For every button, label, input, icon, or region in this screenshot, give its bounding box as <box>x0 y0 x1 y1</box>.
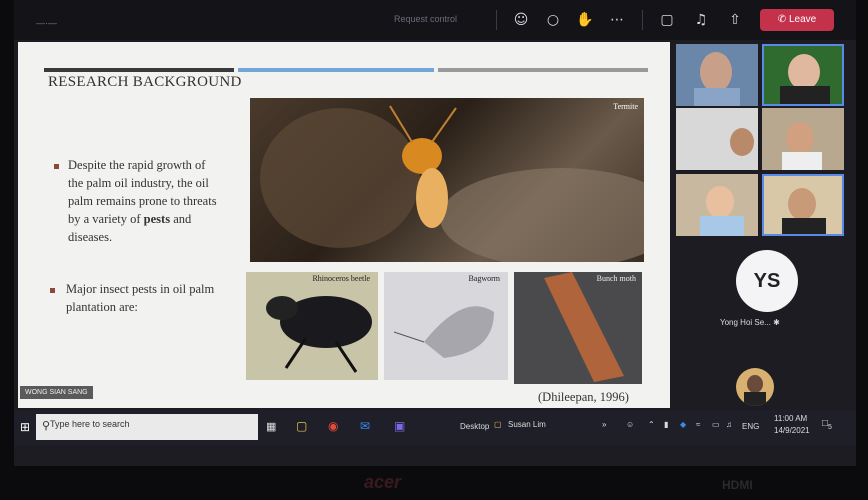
participant-video <box>694 52 740 106</box>
clock-date[interactable]: 14/9/2021 <box>774 426 810 435</box>
wifi-icon: ≈ <box>696 420 701 429</box>
bullet-marker <box>54 164 59 169</box>
termite-photo: Termite <box>250 98 644 262</box>
battery-icon: ▮ <box>664 420 669 429</box>
more-icon[interactable]: ⋯ <box>606 10 628 30</box>
outlook-icon[interactable]: ✉ <box>360 419 370 433</box>
monitor-brand-logo: acer <box>364 472 402 492</box>
shared-slide: RESEARCH BACKGROUND Despite the rapid gr… <box>18 42 670 408</box>
notification-count: 5 <box>828 424 832 431</box>
request-control-button[interactable]: Request control <box>394 14 457 24</box>
title-bar-dark <box>44 68 234 72</box>
line: plantation are: <box>66 300 138 314</box>
camera-off-icon[interactable]: ▢ <box>656 10 678 30</box>
folder-icon: ▢ <box>494 420 502 429</box>
citation: (Dhileepan, 1996) <box>538 390 629 404</box>
participant-tile[interactable] <box>676 44 758 106</box>
beetle-illustration <box>266 296 372 373</box>
participant-avatar[interactable]: YS <box>736 250 798 312</box>
task-view-icon[interactable]: ▦ <box>266 420 276 433</box>
name-text: Yong Hoi Se... <box>720 318 771 327</box>
show-hidden-icon[interactable]: ⌃ <box>648 420 655 429</box>
leave-label: Leave <box>788 14 817 25</box>
search-placeholder: Type here to search <box>50 419 130 429</box>
separator <box>642 10 643 30</box>
leave-button[interactable]: ✆ Leave <box>760 9 834 31</box>
line: the palm oil industry, the oil <box>68 176 209 190</box>
line: palm remains prone to threats <box>68 194 217 208</box>
search-icon: ⚲ <box>42 420 51 432</box>
people-icon[interactable]: ☺ <box>510 10 532 30</box>
monitor-icon: ▭ <box>712 420 720 429</box>
participant-tile-active[interactable] <box>762 174 844 236</box>
window-title: —·— <box>36 18 57 28</box>
volume-icon[interactable]: ♫ <box>726 420 732 429</box>
participant-video <box>780 54 830 104</box>
susan-lim-label[interactable]: Susan Lim <box>508 420 546 429</box>
self-avatar-image <box>744 375 766 406</box>
share-icon[interactable]: ⇧ <box>724 10 746 30</box>
text: by a variety of <box>68 212 144 226</box>
windows-taskbar: ⊞ ⚲ Type here to search ▦ ▢ ◉ ✉ ▣ Deskto… <box>14 410 856 446</box>
separator <box>496 10 497 30</box>
participant-tile[interactable] <box>762 108 844 170</box>
bunch-moth-photo: Bunch moth <box>514 272 642 384</box>
bullet-text-2: Major insect pests in oil palm plantatio… <box>66 280 236 316</box>
termite-illustration <box>260 105 644 262</box>
language-indicator[interactable]: ENG <box>742 422 759 431</box>
dropbox-icon: ◆ <box>680 420 687 429</box>
participant-video <box>782 122 822 170</box>
monitor-screen: —·— Request control ☺ ○ ✋ ⋯ ▢ ♫ ⇧ ✆ Leav… <box>14 0 856 466</box>
bold-pests: pests <box>143 212 171 226</box>
participant-tile[interactable] <box>676 174 758 236</box>
hdmi-label: HDMI <box>722 478 753 492</box>
rhinoceros-beetle-photo: Rhinoceros beetle <box>246 272 378 380</box>
participant-video <box>700 186 744 236</box>
participant-name: Yong Hoi Se... ✱ <box>720 318 780 327</box>
line: diseases. <box>68 230 113 244</box>
slide-title: RESEARCH BACKGROUND <box>48 74 242 90</box>
participant-video <box>730 128 754 156</box>
termite-caption: Termite <box>613 102 638 111</box>
desktop-label[interactable]: Desktop <box>460 422 489 431</box>
chevron-icon[interactable]: » <box>602 420 606 429</box>
meeting-toolbar: —·— Request control ☺ ○ ✋ ⋯ ▢ ♫ ⇧ ✆ Leav… <box>14 0 856 40</box>
bagworm-illustration <box>393 306 494 358</box>
bullet-marker <box>50 288 55 293</box>
self-avatar[interactable] <box>736 368 774 406</box>
line: by a variety of pests and <box>68 210 238 228</box>
participant-tile-active[interactable] <box>762 44 844 106</box>
rhinoceros-beetle-caption: Rhinoceros beetle <box>312 274 370 283</box>
bullet-text-1: Despite the rapid growth of the palm oil… <box>68 156 238 246</box>
moth-illustration <box>544 272 624 382</box>
title-bar-gray <box>438 68 648 72</box>
bagworm-caption: Bagworm <box>468 274 500 283</box>
bagworm-photo: Bagworm <box>384 272 508 380</box>
mic-off-icon: ✱ <box>773 318 780 327</box>
phone-icon: ✆ <box>777 14 789 25</box>
chat-icon[interactable]: ○ <box>542 10 564 30</box>
windows-start-icon[interactable]: ⊞ <box>20 420 30 434</box>
mic-off-icon[interactable]: ♫ <box>690 10 712 30</box>
teams-icon[interactable]: ▣ <box>394 419 405 433</box>
line: Despite the rapid growth of <box>68 158 206 172</box>
participant-tile[interactable] <box>676 108 758 170</box>
text: and <box>170 212 192 226</box>
participant-video <box>782 188 826 234</box>
reactions-icon[interactable]: ✋ <box>574 10 596 30</box>
file-explorer-icon[interactable]: ▢ <box>296 419 307 433</box>
clock-time[interactable]: 11:00 AM <box>774 414 807 423</box>
chrome-icon[interactable]: ◉ <box>328 419 338 433</box>
presenter-label: WONG SIAN SANG <box>20 386 93 399</box>
people-icon[interactable]: ☺ <box>626 420 634 429</box>
bunch-moth-caption: Bunch moth <box>596 274 636 283</box>
title-bar-blue <box>238 68 434 72</box>
line: Major insect pests in oil palm <box>66 282 215 296</box>
